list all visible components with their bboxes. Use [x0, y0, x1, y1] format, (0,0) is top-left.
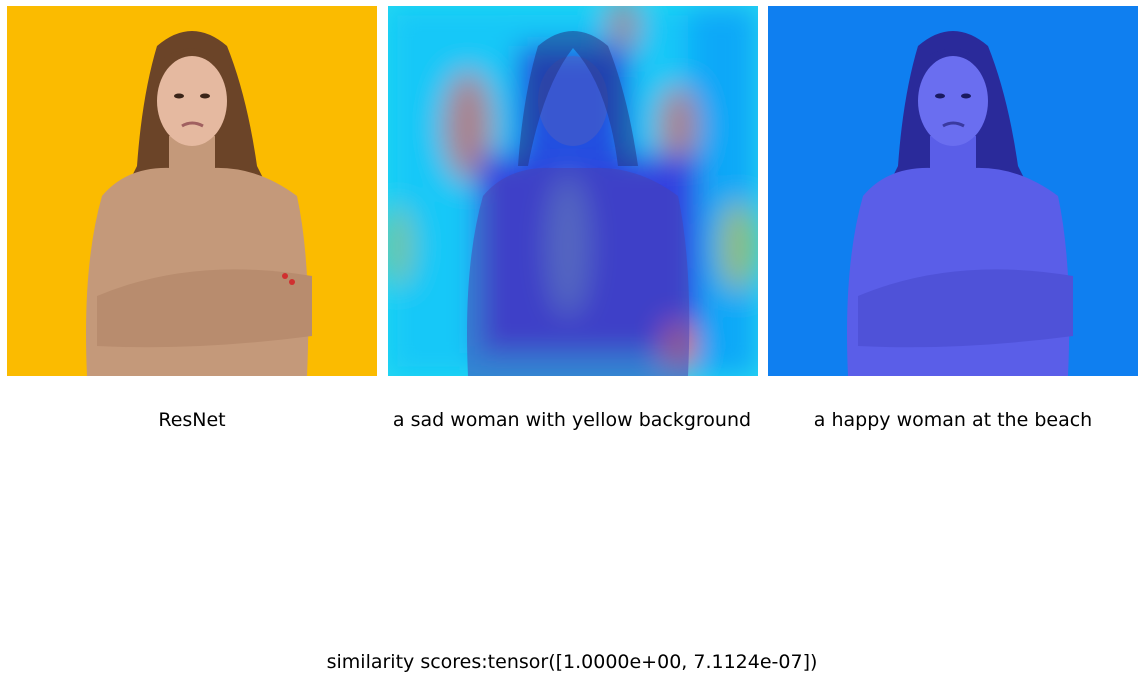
original-image-panel [7, 6, 377, 376]
similarity-scores: similarity scores:tensor([1.0000e+00, 7.… [326, 651, 818, 673]
heatmap-image [388, 6, 758, 376]
caption-sad-woman: a sad woman with yellow background [392, 409, 752, 431]
caption-happy-woman: a happy woman at the beach [813, 409, 1093, 431]
heatmap-image-panel [388, 6, 758, 376]
caption-resnet: ResNet [158, 409, 226, 431]
tinted-image-panel [768, 6, 1138, 376]
original-image [7, 6, 377, 376]
tinted-image [768, 6, 1138, 376]
